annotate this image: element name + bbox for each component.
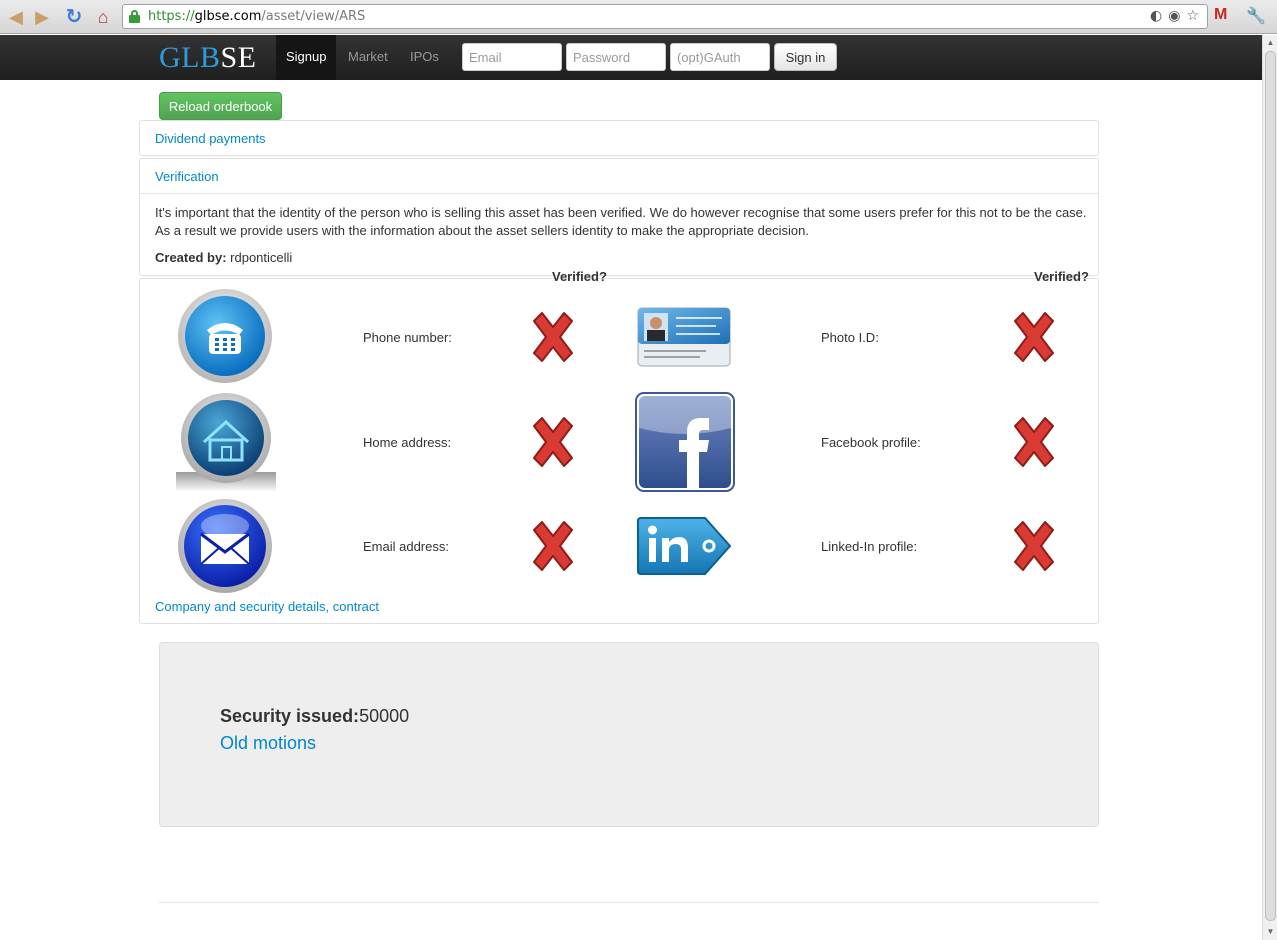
photo-id-icon (636, 306, 732, 368)
photo-id-label: Photo I.D: (821, 330, 879, 345)
address-bar[interactable]: https://glbse.com/asset/view/ARS ◐ ◉ ☆ (122, 4, 1208, 29)
back-arrow-icon[interactable]: ◀ (4, 5, 28, 29)
facebook-profile-label: Facebook profile: (821, 435, 921, 450)
email-not-verified-cross-icon (528, 520, 578, 572)
verification-divider (139, 193, 1099, 194)
brand-logo[interactable]: GLBSE (159, 42, 257, 74)
gmail-icon[interactable]: M (1214, 6, 1227, 24)
wrench-icon[interactable]: 🔧 (1246, 6, 1266, 26)
lightbulb-icon[interactable]: ◉ (1168, 8, 1180, 24)
scroll-down-icon[interactable]: ▼ (1265, 926, 1276, 938)
scroll-up-icon[interactable]: ▲ (1265, 37, 1276, 49)
telephone-icon (177, 288, 273, 384)
browser-toolbar: ◀ ▶ ↻ ⌂ https://glbse.com/asset/view/ARS… (0, 0, 1277, 34)
dividend-panel (139, 120, 1099, 156)
photo-id-not-verified-cross-icon (1009, 311, 1059, 363)
phone-number-label: Phone number: (363, 330, 452, 345)
url-scheme: https:// (148, 9, 195, 24)
reload-orderbook-button[interactable]: Reload orderbook (159, 92, 282, 120)
home-icon[interactable]: ⌂ (91, 5, 115, 29)
page-action-icon[interactable]: ◐ (1150, 8, 1162, 24)
email-address-label: Email address: (363, 539, 449, 554)
email-icon (177, 498, 273, 594)
security-issued-value: 50000 (359, 706, 410, 726)
linkedin-profile-label: Linked-In profile: (821, 539, 918, 554)
sign-in-button[interactable]: Sign in (774, 43, 837, 71)
verified-header-right: Verified? (1034, 269, 1089, 284)
created-by-label: Created by: (155, 250, 227, 265)
phone-not-verified-cross-icon (528, 311, 578, 363)
linkedin-icon (635, 516, 733, 576)
linkedin-not-verified-cross-icon (1009, 520, 1059, 572)
verification-description: It's important that the identity of the … (155, 205, 1087, 238)
verified-header-left: Verified? (552, 269, 607, 284)
email-input[interactable] (462, 43, 562, 71)
created-by-value: rdponticelli (230, 250, 293, 265)
bookmark-star-icon[interactable]: ☆ (1186, 8, 1199, 24)
forward-arrow-icon[interactable]: ▶ (30, 5, 54, 29)
reload-icon[interactable]: ↻ (62, 5, 86, 29)
top-navbar: GLBSE Signup Market IPOs Sign in (0, 35, 1262, 80)
gauth-input[interactable] (670, 43, 770, 71)
security-issued: Security issued:50000 (220, 706, 409, 727)
home-address-label: Home address: (363, 435, 452, 450)
old-motions-link[interactable]: Old motions (220, 733, 316, 754)
security-issued-label: Security issued: (220, 706, 360, 726)
home-not-verified-cross-icon (528, 416, 578, 468)
scroll-thumb[interactable] (1265, 51, 1276, 921)
created-by: Created by: rdponticelli (155, 250, 292, 265)
nav-ipos[interactable]: IPOs (400, 35, 449, 80)
facebook-not-verified-cross-icon (1009, 416, 1059, 468)
company-details-link[interactable]: Company and security details, contract (155, 599, 379, 614)
dividend-payments-link[interactable]: Dividend payments (155, 131, 266, 146)
footer-divider (159, 902, 1099, 903)
nav-market[interactable]: Market (338, 35, 398, 80)
url-host: glbse.com (194, 9, 262, 24)
page-scrollbar[interactable]: ▲ ▼ (1262, 35, 1277, 940)
verification-link[interactable]: Verification (155, 169, 219, 184)
identity-verification-panel (139, 278, 1099, 624)
lock-icon (129, 10, 140, 23)
password-input[interactable] (566, 43, 666, 71)
home-icon (176, 392, 276, 492)
facebook-icon (635, 392, 735, 492)
url-path: /asset/view/ARS (261, 9, 366, 24)
nav-signup[interactable]: Signup (276, 35, 337, 80)
